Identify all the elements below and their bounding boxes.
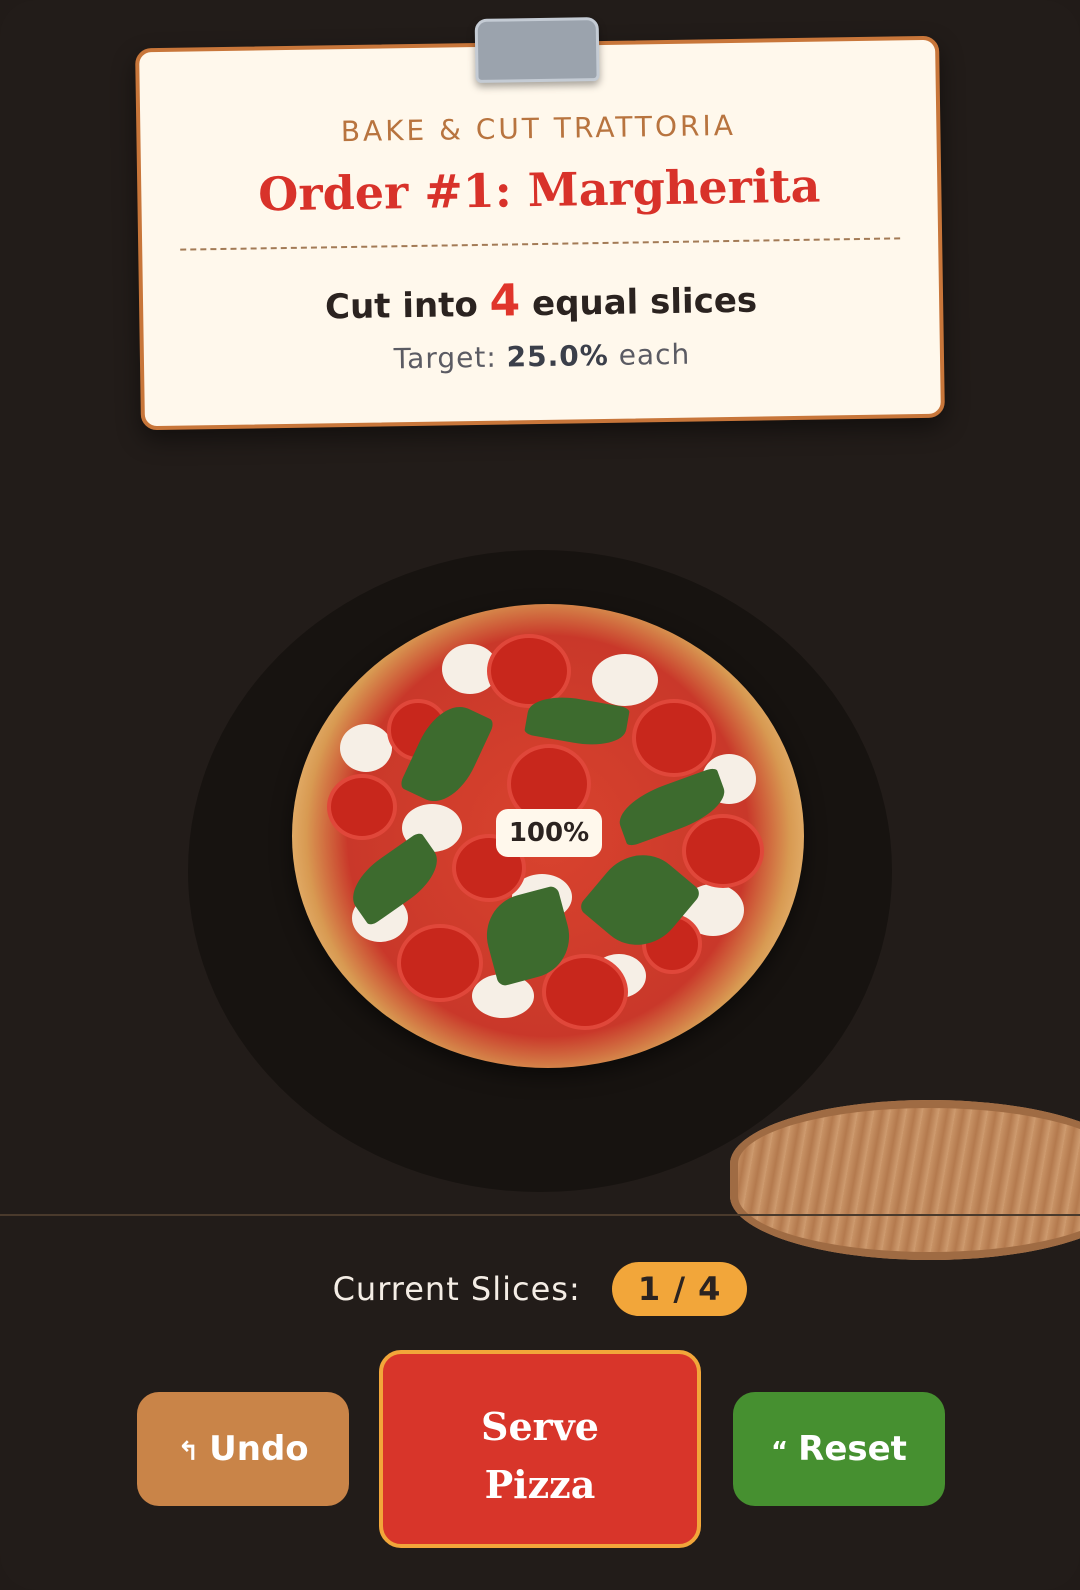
wooden-serving-board <box>730 1100 1080 1260</box>
ticket-divider <box>180 237 901 251</box>
target-prefix: Target: <box>393 340 497 376</box>
undo-button[interactable]: ↰ Undo <box>137 1392 349 1506</box>
reset-label: Reset <box>798 1429 907 1469</box>
instruction-suffix: equal slices <box>531 280 758 325</box>
target-info: Target: 25.0% each <box>144 334 940 379</box>
order-title: Order #1: Margherita <box>257 158 821 222</box>
target-value: 25.0% <box>506 338 610 374</box>
undo-label: Undo <box>209 1429 309 1469</box>
cut-instruction: Cut into 4 equal slices <box>143 269 940 332</box>
current-slices-status: Current Slices: 1 / 4 <box>0 1262 1080 1316</box>
restaurant-name: BAKE & CUT TRATTORIA <box>340 108 737 149</box>
game-screen: BAKE & CUT TRATTORIA Order #1: Margherit… <box>0 0 1080 1590</box>
serve-label-line2: Pizza <box>484 1462 596 1507</box>
undo-icon: ↰ <box>177 1437 200 1467</box>
current-slices-label: Current Slices: <box>332 1270 581 1308</box>
order-ticket: BAKE & CUT TRATTORIA Order #1: Margherit… <box>135 17 945 431</box>
serve-label-line1: Serve <box>481 1404 599 1449</box>
reset-icon: “ <box>771 1437 789 1467</box>
target-suffix: each <box>618 337 691 372</box>
ticket-clip <box>474 17 600 83</box>
slice-count: 4 <box>489 275 521 327</box>
counter-divider <box>0 1214 1080 1216</box>
instruction-prefix: Cut into <box>324 284 479 328</box>
reset-button[interactable]: “ Reset <box>733 1392 945 1506</box>
current-slices-badge: 1 / 4 <box>611 1262 748 1316</box>
pizza-percentage-label: 100% <box>496 809 602 857</box>
serve-pizza-button[interactable]: Serve Pizza <box>379 1350 701 1548</box>
cutting-area[interactable]: 100% <box>0 440 1080 1260</box>
